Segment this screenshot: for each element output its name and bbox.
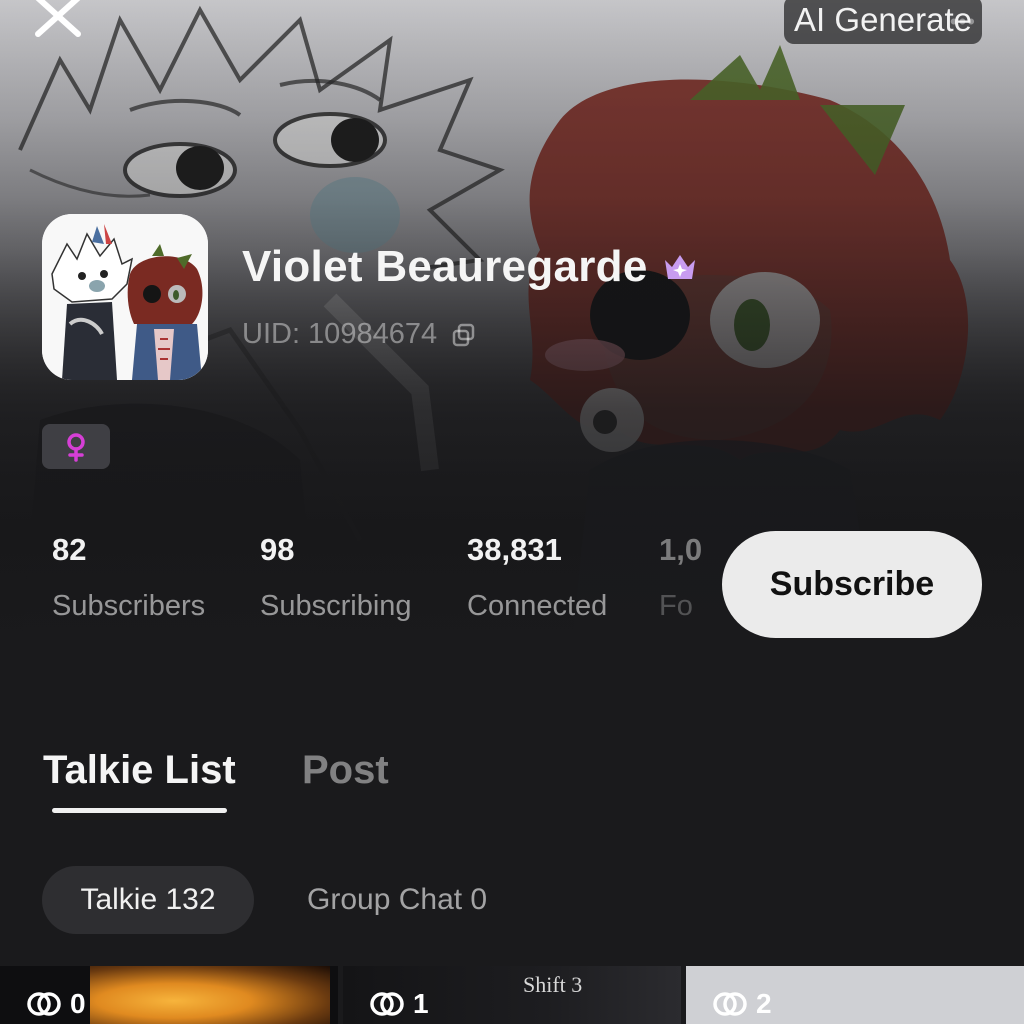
card-count-value: 1 [413, 988, 429, 1019]
stat-label: Subscribers [52, 590, 206, 622]
active-tab-indicator [52, 808, 227, 813]
gender-badge [42, 424, 110, 469]
card-count-value: 2 [756, 988, 772, 1019]
stat-subscribers[interactable]: 82 Subscribers [52, 532, 205, 623]
name-row: Violet Beauregarde [242, 242, 698, 292]
card-count: 0 [26, 988, 86, 1020]
female-icon [67, 432, 85, 462]
stat-connected[interactable]: 38,831 Connected [467, 532, 607, 623]
subscribe-button[interactable]: Subscribe [722, 531, 982, 638]
talkie-card[interactable]: 2 [686, 966, 1024, 1024]
tab-talkie-list[interactable]: Talkie List [43, 748, 236, 793]
talkie-card[interactable]: 0 [0, 966, 338, 1024]
stat-followers[interactable]: 1,0 Fo [659, 532, 705, 623]
link-icon [27, 992, 61, 1016]
stat-value: 98 [260, 532, 295, 567]
tab-post[interactable]: Post [302, 748, 389, 793]
avatar[interactable] [42, 214, 208, 380]
card-title: Shift 3 [523, 972, 583, 997]
stat-value: 82 [52, 532, 87, 567]
stat-label: Fo [659, 590, 693, 622]
chip-group-chat[interactable]: Group Chat 0 [307, 866, 487, 934]
close-button[interactable] [30, 0, 86, 42]
more-icon[interactable]: ••• [950, 0, 976, 46]
talkie-card[interactable]: Shift 3 1 [343, 966, 681, 1024]
link-icon [370, 992, 404, 1016]
crown-icon [664, 255, 695, 279]
uid-text: UID: 10984674 [242, 318, 438, 350]
link-icon [713, 992, 747, 1016]
chip-talkie[interactable]: Talkie 132 [42, 866, 254, 934]
card-count: 2 [712, 988, 772, 1020]
stat-value: 1,0 [659, 532, 703, 567]
card-thumbnail [90, 966, 330, 1024]
card-count: 1 [369, 988, 429, 1020]
stat-label: Subscribing [260, 590, 412, 622]
close-icon [35, 0, 81, 37]
ai-generate-button[interactable]: AI Generate ••• [784, 0, 982, 44]
uid-row: UID: 10984674 [242, 318, 477, 351]
ai-generate-label: AI Generate [794, 1, 972, 38]
profile-name: Violet Beauregarde [242, 242, 648, 291]
card-count-value: 0 [70, 988, 86, 1019]
copy-icon[interactable] [451, 322, 477, 348]
stat-subscribing[interactable]: 98 Subscribing [260, 532, 412, 623]
stat-value: 38,831 [467, 532, 562, 567]
avatar-image [42, 214, 208, 380]
stat-label: Connected [467, 590, 608, 622]
